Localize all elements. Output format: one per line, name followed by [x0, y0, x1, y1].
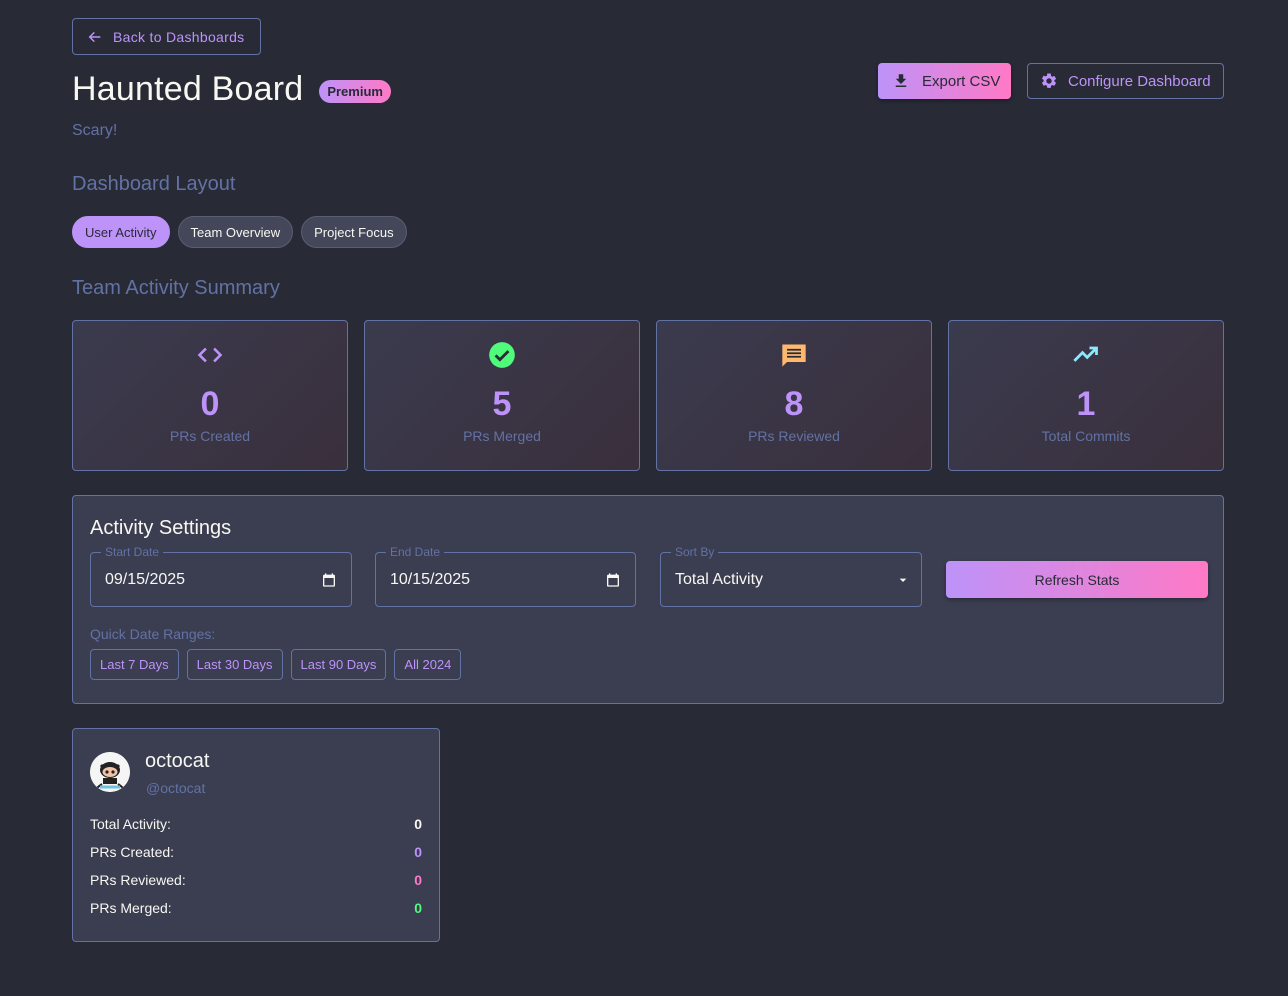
end-date-field[interactable]: End Date 10/15/2025 — [375, 545, 636, 607]
user-stat-prs-reviewed: PRs Reviewed: 0 — [90, 872, 422, 888]
end-date-value: 10/15/2025 — [390, 571, 471, 588]
sort-by-label: Sort By — [671, 545, 719, 559]
calendar-icon[interactable] — [321, 572, 337, 588]
configure-dashboard-button[interactable]: Configure Dashboard — [1027, 63, 1224, 99]
back-label: Back to Dashboards — [113, 28, 245, 45]
page-subtitle: Scary! — [72, 122, 118, 139]
caret-down-icon — [899, 578, 907, 582]
page-header: Haunted Board Premium — [72, 70, 391, 109]
layout-chip-team-overview[interactable]: Team Overview — [177, 216, 294, 248]
user-stat-prs-merged: PRs Merged: 0 — [90, 900, 422, 916]
user-stat-value: 0 — [414, 844, 422, 860]
user-stat-prs-created: PRs Created: 0 — [90, 844, 422, 860]
user-activity-card: octocat @octocat Total Activity: 0 PRs C… — [72, 728, 440, 942]
stat-card-prs-reviewed: 8 PRs Reviewed — [656, 320, 932, 471]
quick-range-all-2024[interactable]: All 2024 — [394, 649, 462, 680]
octocat-avatar-icon — [90, 752, 130, 792]
stat-label: PRs Merged — [463, 428, 541, 444]
user-stat-label: PRs Merged: — [90, 900, 172, 916]
stat-value: 5 — [492, 385, 512, 423]
refresh-stats-button[interactable]: Refresh Stats — [946, 561, 1208, 598]
user-stat-label: PRs Reviewed: — [90, 872, 186, 888]
export-label: Export CSV — [922, 72, 1001, 90]
layout-chip-project-focus[interactable]: Project Focus — [301, 216, 407, 248]
export-csv-button[interactable]: Export CSV — [878, 63, 1011, 99]
sort-by-value: Total Activity — [675, 571, 764, 588]
back-to-dashboards-button[interactable]: Back to Dashboards — [72, 18, 261, 55]
configure-label: Configure Dashboard — [1068, 72, 1211, 90]
user-stat-total-activity: Total Activity: 0 — [90, 816, 422, 832]
premium-badge: Premium — [319, 80, 391, 103]
stat-label: Total Commits — [1041, 428, 1131, 444]
end-date-label: End Date — [386, 545, 445, 559]
sort-by-select[interactable]: Sort By Total Activity — [660, 545, 922, 607]
user-stat-label: PRs Created: — [90, 844, 175, 860]
page-title: Haunted Board — [72, 70, 304, 108]
comment-icon — [782, 344, 806, 367]
start-date-label: Start Date — [101, 545, 164, 559]
avatar — [90, 752, 130, 792]
user-stat-value: 0 — [414, 872, 422, 888]
start-date-value: 09/15/2025 — [105, 571, 186, 588]
stat-label: PRs Created — [169, 428, 251, 444]
stat-card-total-commits: 1 Total Commits — [948, 320, 1224, 471]
user-stat-value: 0 — [414, 816, 422, 832]
stat-card-prs-merged: 5 PRs Merged — [364, 320, 640, 471]
quick-date-ranges-label: Quick Date Ranges: — [90, 626, 216, 642]
stat-value: 1 — [1076, 385, 1096, 423]
calendar-icon[interactable] — [605, 572, 621, 588]
trending-up-icon — [1073, 346, 1098, 362]
check-circle-icon — [489, 342, 515, 368]
activity-settings-title: Activity Settings — [90, 517, 232, 539]
user-stat-value: 0 — [414, 900, 422, 916]
layout-selector: User Activity Team Overview Project Focu… — [72, 216, 407, 248]
stat-value: 8 — [784, 385, 804, 423]
activity-settings-panel: Activity Settings Start Date 09/15/2025 … — [72, 495, 1224, 704]
quick-range-last-90-days[interactable]: Last 90 Days — [290, 649, 387, 680]
user-handle: @octocat — [146, 780, 206, 796]
user-name: octocat — [145, 750, 210, 772]
user-stat-label: Total Activity: — [90, 816, 171, 832]
code-icon — [197, 347, 223, 363]
stat-card-prs-created: 0 PRs Created — [72, 320, 348, 471]
stat-value: 0 — [200, 385, 220, 423]
gear-icon — [1041, 73, 1057, 88]
quick-date-ranges: Last 7 Days Last 30 Days Last 90 Days Al… — [90, 649, 462, 680]
layout-chip-user-activity[interactable]: User Activity — [72, 216, 170, 248]
download-icon — [895, 74, 907, 87]
arrow-left-icon — [88, 31, 101, 42]
start-date-field[interactable]: Start Date 09/15/2025 — [90, 545, 352, 607]
quick-range-last-30-days[interactable]: Last 30 Days — [186, 649, 283, 680]
quick-range-last-7-days[interactable]: Last 7 Days — [90, 649, 179, 680]
dashboard-layout-heading: Dashboard Layout — [72, 173, 236, 195]
team-activity-summary-heading: Team Activity Summary — [72, 277, 280, 299]
stat-label: PRs Reviewed — [748, 428, 840, 444]
